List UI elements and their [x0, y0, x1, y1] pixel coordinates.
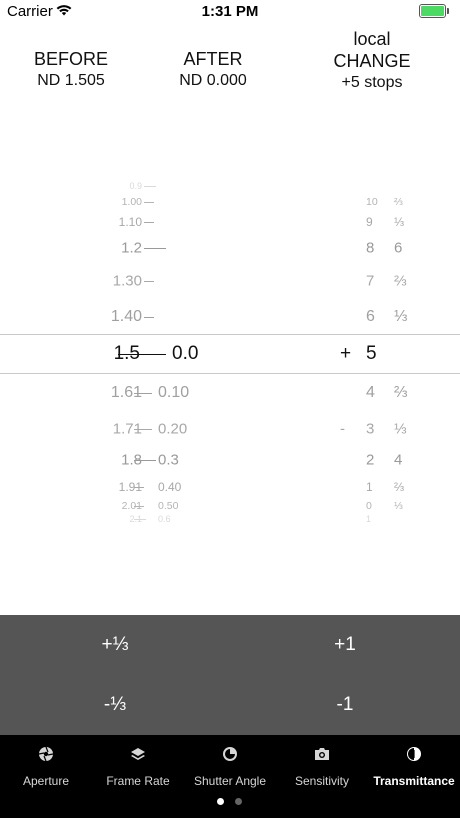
picker-selection-top-line	[0, 334, 460, 335]
picker-stop-fraction: 4	[394, 451, 403, 469]
transmittance-icon	[407, 747, 421, 761]
picker-nd-value: 0.9	[129, 181, 142, 191]
picker-nd-after-value: 0.40	[158, 480, 182, 494]
change-readout: local CHANGE +5 stops	[300, 28, 444, 94]
page-dot-active	[217, 798, 224, 805]
picker-tick-line	[134, 519, 146, 520]
picker-tick-line	[144, 281, 154, 282]
picker-nd-value: 1.10	[118, 215, 142, 229]
picker-nd-value: 1.40	[110, 308, 142, 325]
picker-stop-value: 1	[366, 514, 372, 524]
picker-tick-line	[144, 202, 154, 203]
status-bar: Carrier 1:31 PM	[0, 0, 460, 24]
tab-aperture[interactable]: Aperture	[0, 735, 92, 795]
shutter-angle-icon	[223, 747, 237, 761]
page-indicator	[0, 798, 460, 806]
picker-nd-after-value: 0.20	[158, 420, 188, 438]
picker-nd-after-value: 0.6	[158, 514, 171, 524]
picker-stop-fraction: ⅓	[394, 215, 405, 229]
tab-frame-rate-label: Frame Rate	[106, 774, 170, 788]
after-label: AFTER	[183, 49, 243, 69]
picker-tick-line	[118, 354, 166, 355]
picker-stop-value: 0	[366, 500, 372, 512]
picker-nd-after-value: 0.3	[158, 451, 179, 469]
picker-change-sign: -	[340, 420, 345, 438]
tab-transmittance-label: Transmittance	[373, 774, 455, 788]
picker-tick-line	[134, 429, 152, 430]
picker-nd-value: 1.00	[121, 196, 142, 208]
change-label: CHANGE	[333, 51, 411, 71]
picker-nd-after-value: 0.0	[172, 343, 199, 364]
picker-nd-value: 1.30	[112, 272, 142, 290]
picker-tick-line	[144, 317, 154, 318]
picker-stop-fraction: ⅓	[394, 500, 403, 512]
picker-stop-value: 5	[366, 343, 377, 364]
picker-nd-value: 1.2	[121, 239, 142, 257]
picker-stop-value: 9	[366, 215, 373, 229]
picker-change-sign: +	[340, 343, 352, 364]
layers-icon	[131, 748, 145, 760]
page-dot	[235, 798, 242, 805]
picker-stop-fraction: ⅔	[394, 272, 407, 290]
tab-shutter-angle-label: Shutter Angle	[193, 774, 267, 788]
camera-icon	[315, 748, 329, 760]
picker-stop-value: 10	[366, 196, 378, 208]
before-value: ND 1.505	[37, 72, 105, 89]
minus-third-button[interactable]: -⅓	[0, 675, 230, 735]
tab-sensitivity-label: Sensitivity	[294, 774, 350, 788]
picker-stop-fraction: ⅓	[394, 420, 407, 438]
picker-stop-fraction: ⅓	[394, 308, 408, 325]
picker-stop-value: 7	[366, 272, 375, 290]
change-top-label: local	[353, 29, 391, 49]
picker-tick-line	[144, 186, 156, 187]
tab-shutter-angle[interactable]: Shutter Angle	[184, 735, 276, 795]
picker-stop-fraction: ⅔	[394, 384, 408, 401]
picker-tick-line	[144, 222, 154, 223]
tab-sensitivity[interactable]: Sensitivity	[276, 735, 368, 795]
tab-aperture-label: Aperture	[22, 774, 70, 788]
tab-frame-rate[interactable]: Frame Rate	[92, 735, 184, 795]
picker-nd-after-value: 0.50	[158, 500, 179, 512]
picker-selection-bottom-line	[0, 373, 460, 374]
picker-stop-value: 8	[366, 239, 375, 257]
before-readout: BEFORE ND 1.505	[0, 48, 142, 92]
picker-stop-fraction: ⅔	[394, 480, 405, 494]
picker-tick-line	[144, 248, 166, 249]
battery-icon	[419, 4, 449, 18]
after-value: ND 0.000	[179, 72, 247, 89]
plus-third-button[interactable]: +⅓	[0, 615, 230, 675]
picker-stop-value: 3	[366, 420, 375, 438]
picker-stop-fraction: ⅔	[394, 196, 403, 208]
picker-stop-value: 4	[366, 384, 375, 401]
picker-nd-after-value: 0.10	[158, 384, 190, 401]
plus-one-button[interactable]: +1	[230, 615, 460, 675]
picker-tick-line	[134, 460, 156, 461]
picker-stop-value: 1	[366, 480, 373, 494]
picker-stop-value: 6	[366, 308, 375, 325]
picker-stop-fraction: 6	[394, 239, 403, 257]
picker-tick-line	[134, 393, 152, 394]
change-value: +5 stops	[341, 74, 403, 91]
before-label: BEFORE	[33, 49, 108, 69]
minus-one-button[interactable]: -1	[230, 675, 460, 735]
picker-tick-line	[134, 487, 144, 488]
status-time: 1:31 PM	[201, 3, 259, 20]
after-readout: AFTER ND 0.000	[142, 48, 284, 92]
tab-transmittance[interactable]: Transmittance	[368, 735, 460, 795]
aperture-icon	[38, 746, 54, 762]
picker-tick-line	[134, 506, 144, 507]
picker-stop-value: 2	[366, 451, 375, 469]
adjust-button-panel: +⅓ +1 -⅓ -1	[0, 615, 460, 735]
